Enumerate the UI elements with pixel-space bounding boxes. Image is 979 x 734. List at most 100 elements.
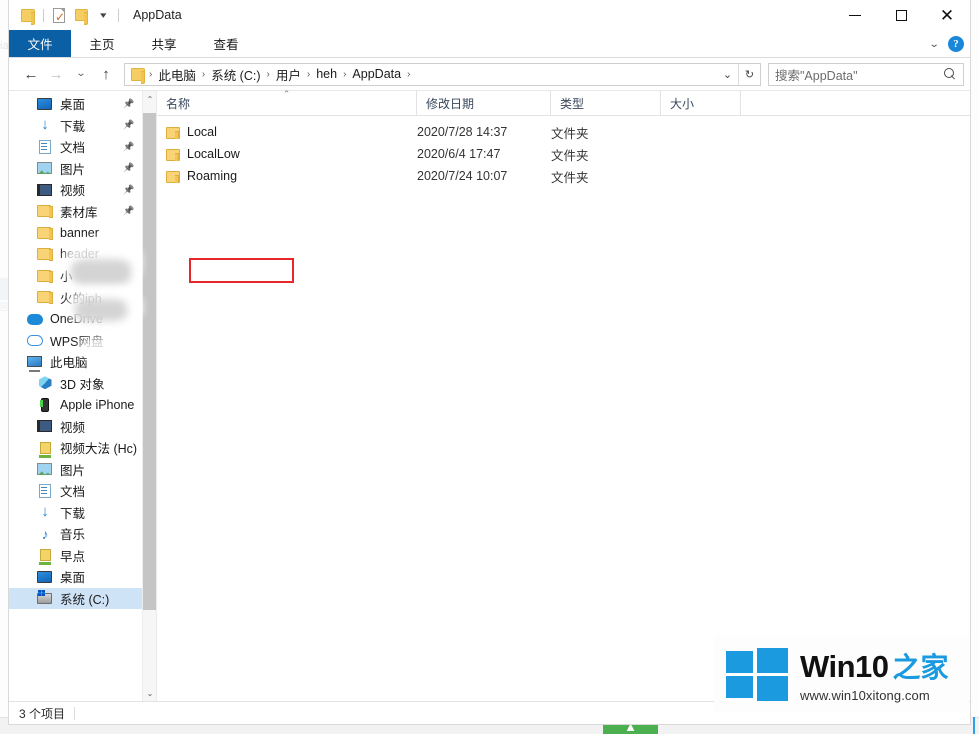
chevron-down-icon[interactable]: ▾: [92, 4, 114, 26]
sidebar-item-label: header: [60, 247, 99, 262]
refresh-icon[interactable]: ↻: [739, 64, 760, 85]
pin-icon[interactable]: 📌: [123, 185, 134, 194]
pin-icon[interactable]: 📌: [123, 163, 134, 173]
watermark-brand-line: Win10 之家: [800, 646, 949, 686]
sidebar-item-label: 系统 (C:): [60, 592, 110, 607]
folder-icon: [37, 225, 53, 241]
minimize-button[interactable]: [832, 0, 878, 30]
file-date-cell: 2020/7/28 14:37: [417, 125, 508, 139]
column-header-date[interactable]: 修改日期: [417, 91, 551, 115]
file-name-cell[interactable]: Local: [157, 125, 417, 139]
address-bar[interactable]: › 此电脑 › 系统 (C:) › 用户 › heh › AppData › ⌄…: [124, 62, 761, 86]
folder-icon[interactable]: [17, 4, 39, 26]
table-row[interactable]: LocalLow 2020/6/4 17:47 文件夹: [157, 143, 970, 165]
chevron-down-icon[interactable]: ⌄: [928, 39, 939, 50]
sidebar-item-label: 桌面: [60, 571, 86, 586]
column-header-name[interactable]: ⌃ 名称: [157, 90, 417, 115]
sidebar-item-0[interactable]: 桌面 📌: [9, 93, 142, 115]
sidebar-item-21[interactable]: 早点: [9, 545, 142, 567]
breadcrumb-item-users[interactable]: 用户: [272, 64, 305, 85]
file-rows: Local 2020/7/28 14:37 文件夹 LocalLow 2020/6/4 …: [157, 116, 970, 701]
sidebar-item-label: 视频: [60, 420, 86, 435]
search-icon[interactable]: [944, 67, 957, 81]
table-row[interactable]: Local 2020/7/28 14:37 文件夹: [157, 121, 970, 143]
navigation-tree: 桌面 📌 ↓ 下载 📌 文档 📌 图片 📌 视频 📌 素材库 📌 banner header 小火的iph On…: [9, 91, 142, 701]
properties-icon[interactable]: ✓: [48, 4, 70, 26]
sidebar-item-16[interactable]: 视频大法 (Hc): [9, 437, 142, 459]
table-row[interactable]: Roaming 2020/7/24 10:07 文件夹: [157, 165, 970, 187]
close-button[interactable]: ✕: [924, 0, 970, 30]
breadcrumb-separator[interactable]: ›: [200, 69, 207, 80]
folder-icon[interactable]: [131, 67, 145, 84]
sidebar-item-label: 文档: [60, 485, 86, 500]
sidebar-item-label: 3D 对象: [60, 377, 105, 392]
scroll-down-icon[interactable]: ⌄: [143, 685, 156, 701]
sidebar-item-14[interactable]: Apple iPhone: [9, 394, 142, 416]
breadcrumb-separator[interactable]: ›: [265, 69, 272, 80]
wps-icon: [27, 332, 43, 348]
scroll-up-icon[interactable]: ⌃: [143, 91, 156, 107]
breadcrumb-separator[interactable]: ›: [341, 69, 348, 80]
sidebar-item-20[interactable]: ♪ 音乐: [9, 523, 142, 545]
sidebar-item-13[interactable]: 3D 对象: [9, 373, 142, 395]
back-button[interactable]: ←: [19, 62, 43, 86]
sidebar-item-2[interactable]: 文档 📌: [9, 136, 142, 158]
file-date-cell: 2020/6/4 17:47: [417, 147, 501, 161]
sidebar-item-22[interactable]: 桌面: [9, 566, 142, 588]
tab-home[interactable]: 主页: [71, 30, 133, 57]
download-icon: ↓: [41, 116, 49, 134]
sidebar-item-12[interactable]: 此电脑: [9, 351, 142, 373]
sidebar-item-6[interactable]: banner: [9, 222, 142, 244]
breadcrumb-item-system-c[interactable]: 系统 (C:): [207, 64, 264, 85]
search-input[interactable]: 搜索"AppData": [768, 62, 964, 86]
sidebar-item-18[interactable]: 文档: [9, 480, 142, 502]
address-bar-controls: ⌄ ↻: [717, 63, 760, 85]
sidebar-item-label: 火的iph: [60, 291, 102, 306]
sidebar-item-1[interactable]: ↓ 下载 📌: [9, 115, 142, 137]
watermark-url: www.win10xitong.com: [800, 687, 930, 703]
sidebar-item-17[interactable]: 图片: [9, 459, 142, 481]
sidebar-item-9[interactable]: 火的iph: [9, 287, 142, 309]
chevron-down-icon[interactable]: ⌄: [717, 64, 738, 85]
scrollbar-thumb[interactable]: [143, 113, 156, 610]
column-header-label: 修改日期: [426, 96, 475, 111]
file-name-cell[interactable]: LocalLow: [157, 147, 417, 161]
pin-icon[interactable]: 📌: [123, 99, 134, 108]
sidebar-item-19[interactable]: ↓ 下载: [9, 502, 142, 524]
tab-share[interactable]: 共享: [133, 30, 195, 57]
forward-button[interactable]: →: [44, 62, 68, 86]
breadcrumb-item-this-pc[interactable]: 此电脑: [154, 64, 200, 85]
new-folder-icon[interactable]: [70, 4, 92, 26]
sidebar-item-15[interactable]: 视频: [9, 416, 142, 438]
sidebar-item-5[interactable]: 素材库 📌: [9, 201, 142, 223]
sidebar-item-10[interactable]: OneDrive: [9, 308, 142, 330]
sidebar-item-11[interactable]: WPS网盘: [9, 330, 142, 352]
pin-icon[interactable]: 📌: [123, 142, 134, 151]
help-icon[interactable]: ?: [948, 36, 964, 52]
tab-view[interactable]: 查看: [195, 30, 257, 57]
sidebar-item-label: 音乐: [60, 528, 86, 543]
navigation-scrollbar[interactable]: ⌃ ⌄: [142, 91, 156, 701]
sidebar-item-8[interactable]: 小: [9, 265, 142, 287]
sidebar-item-4[interactable]: 视频 📌: [9, 179, 142, 201]
onedrive-icon: [27, 311, 43, 327]
column-header-size[interactable]: 大小: [661, 91, 741, 115]
breadcrumb-item-heh[interactable]: heh: [312, 66, 341, 82]
up-button[interactable]: ↑: [94, 62, 118, 86]
breadcrumb-separator[interactable]: ›: [305, 69, 312, 80]
pin-icon[interactable]: 📌: [123, 206, 134, 216]
pin-icon[interactable]: 📌: [123, 120, 134, 130]
tab-file[interactable]: 文件: [9, 30, 71, 57]
sidebar-item-7[interactable]: header: [9, 244, 142, 266]
recent-locations-icon[interactable]: ⌄: [65, 62, 96, 86]
column-header-type[interactable]: 类型: [551, 91, 661, 115]
explorer-body: 桌面 📌 ↓ 下载 📌 文档 📌 图片 📌 视频 📌 素材库 📌 banner header 小火的iph On…: [9, 90, 970, 701]
breadcrumb-separator[interactable]: ›: [405, 69, 412, 80]
search-placeholder: 搜索"AppData": [775, 68, 858, 83]
sidebar-item-23[interactable]: 系统 (C:): [9, 587, 142, 609]
sidebar-item-3[interactable]: 图片 📌: [9, 158, 142, 180]
breadcrumb-item-appdata[interactable]: AppData: [348, 66, 405, 82]
ribbon-tab-bar: 文件 主页 共享 查看 ⌄ ?: [9, 30, 970, 58]
file-name-cell[interactable]: Roaming: [157, 169, 417, 183]
maximize-button[interactable]: [878, 0, 924, 30]
